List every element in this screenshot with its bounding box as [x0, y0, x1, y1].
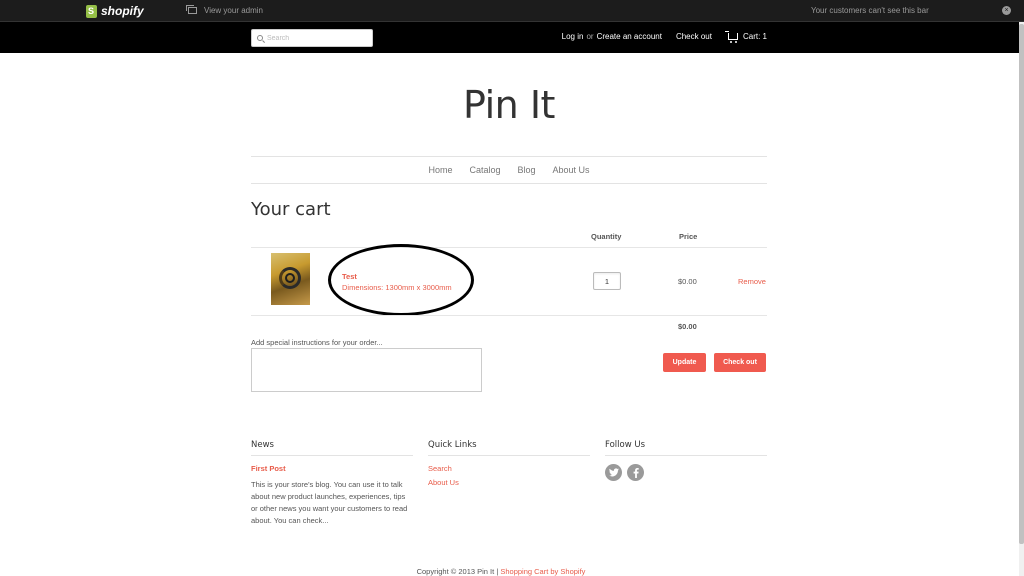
annotation-circle — [328, 244, 474, 316]
store-header-bar: Log in or Create an account Check out Ca… — [0, 22, 1020, 53]
news-post-link[interactable]: First Post — [251, 464, 413, 473]
cart-count-label: Cart: 1 — [742, 32, 767, 41]
special-instructions-field[interactable] — [251, 348, 482, 392]
nav-item-about-us[interactable]: About Us — [553, 165, 590, 175]
nav-item-home[interactable]: Home — [428, 165, 452, 175]
window-icon — [186, 5, 197, 14]
search-icon — [257, 35, 263, 41]
copyright-footer: Copyright © 2013 Pin It | Shopping Cart … — [0, 567, 1002, 576]
cart-item-price: $0.00 — [678, 277, 697, 286]
scrollbar-thumb[interactable] — [1019, 24, 1024, 544]
news-heading: News — [251, 440, 413, 456]
create-account-link[interactable]: Create an account — [597, 32, 662, 41]
news-post-excerpt: This is your store's blog. You can use i… — [251, 480, 408, 525]
login-link[interactable]: Log in — [562, 32, 584, 41]
shopify-credit-link[interactable]: Shopping Cart by Shopify — [500, 567, 585, 576]
update-button[interactable]: Update — [663, 353, 706, 372]
instructions-label: Add special instructions for your order.… — [251, 338, 383, 347]
footer-quick-links: Quick Links Search About Us — [428, 440, 590, 487]
shopify-logo[interactable]: shopify — [86, 3, 144, 19]
cart-icon — [724, 31, 738, 43]
view-admin-link[interactable]: View your admin — [186, 5, 263, 15]
shopify-brand-text: shopify — [101, 4, 144, 18]
page-scrollbar[interactable] — [1019, 22, 1024, 576]
main-nav: Home Catalog Blog About Us — [251, 156, 767, 184]
social-icons — [605, 464, 767, 481]
search-box — [251, 29, 373, 47]
thumbnail-art-inner — [285, 273, 295, 283]
page-title: Your cart — [251, 199, 331, 220]
header-checkout-link[interactable]: Check out — [676, 32, 712, 41]
close-icon[interactable]: × — [1002, 6, 1011, 15]
site-title[interactable]: Pin It — [251, 83, 767, 127]
product-thumbnail[interactable] — [271, 253, 310, 305]
quick-link-about-us[interactable]: About Us — [428, 478, 590, 487]
nav-item-blog[interactable]: Blog — [518, 165, 536, 175]
price-column-header: Price — [679, 232, 698, 241]
remove-item-link[interactable]: Remove — [738, 277, 766, 286]
follow-us-heading: Follow Us — [605, 440, 767, 456]
admin-bar-notice: Your customers can't see this bar — [811, 6, 929, 15]
search-input[interactable] — [267, 31, 367, 45]
view-admin-label: View your admin — [204, 6, 263, 15]
quick-link-search[interactable]: Search — [428, 464, 590, 473]
header-cart-link[interactable]: Cart: 1 — [724, 31, 767, 43]
copyright-text: Copyright © 2013 Pin It | — [416, 567, 499, 576]
quick-links-heading: Quick Links — [428, 440, 590, 456]
shopify-admin-bar: shopify View your admin Your customers c… — [0, 0, 1024, 22]
divider — [251, 247, 767, 248]
cart-subtotal: $0.00 — [678, 322, 697, 331]
facebook-icon[interactable] — [627, 464, 644, 481]
checkout-button[interactable]: Check out — [714, 353, 766, 372]
twitter-icon[interactable] — [605, 464, 622, 481]
footer-news: News First Post This is your store's blo… — [251, 440, 413, 527]
quantity-input[interactable] — [593, 272, 621, 290]
footer-follow-us: Follow Us — [605, 440, 767, 481]
account-links: Log in or Create an account Check out Ca… — [562, 31, 767, 43]
nav-item-catalog[interactable]: Catalog — [469, 165, 500, 175]
divider — [251, 315, 767, 316]
shopify-bag-icon — [86, 4, 97, 18]
or-text: or — [586, 32, 594, 41]
quantity-column-header: Quantity — [591, 232, 622, 241]
